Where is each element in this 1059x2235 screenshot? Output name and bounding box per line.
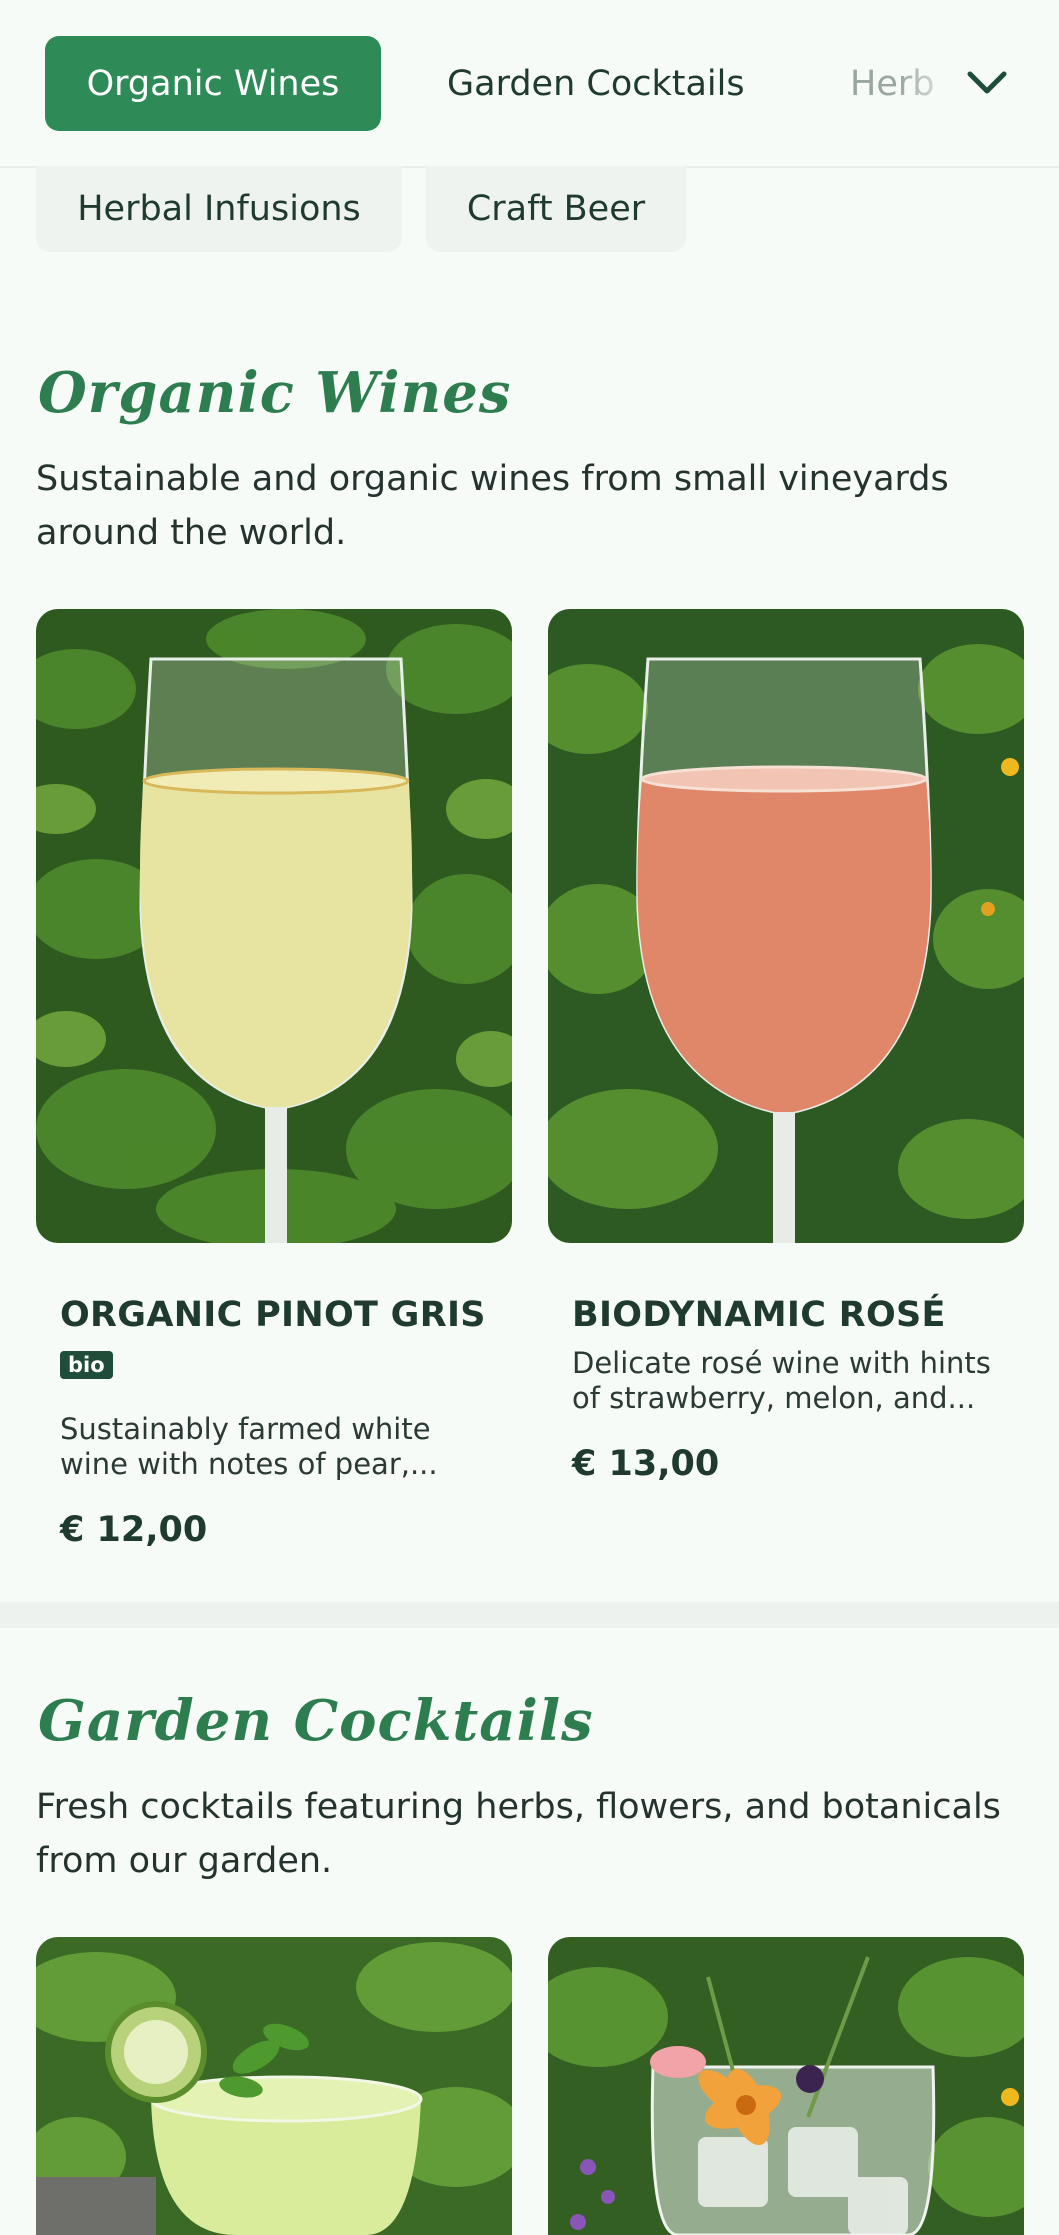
tab-fade-overlay xyxy=(900,40,960,128)
pill-herbal-infusions[interactable]: Herbal Infusions xyxy=(36,166,402,252)
tab-organic-wines[interactable]: Organic Wines xyxy=(45,36,381,131)
product-description: Sustainably farmed white wine with notes… xyxy=(60,1412,438,1481)
product-image-pinot-gris[interactable] xyxy=(36,609,512,1243)
section-title: Organic Wines xyxy=(38,360,512,426)
section-description: Sustainable and organic wines from small… xyxy=(36,459,949,553)
section-title: Garden Cocktails xyxy=(38,1688,594,1754)
section-divider xyxy=(0,1602,1059,1628)
category-tab-bar: Organic Wines Garden Cocktails Herb xyxy=(0,0,1059,168)
tab-garden-cocktails[interactable]: Garden Cocktails xyxy=(447,36,745,131)
bio-badge: bio xyxy=(60,1351,113,1379)
product-image-flower-cocktail[interactable] xyxy=(548,1937,1024,2235)
section-description: Fresh cocktails featuring herbs, flowers… xyxy=(36,1787,1001,1881)
pill-craft-beer[interactable]: Craft Beer xyxy=(426,166,686,252)
product-price: € 13,00 xyxy=(572,1444,720,1484)
product-name[interactable]: BIODYNAMIC ROSÉ xyxy=(572,1295,946,1335)
product-name[interactable]: ORGANIC PINOT GRIS xyxy=(60,1295,486,1335)
chevron-down-icon[interactable] xyxy=(962,58,1012,108)
product-image-cucumber-cocktail[interactable] xyxy=(36,1937,512,2235)
product-price: € 12,00 xyxy=(60,1510,208,1550)
product-image-biodynamic-rose[interactable] xyxy=(548,609,1024,1243)
product-description: Delicate rosé wine with hints of strawbe… xyxy=(572,1346,991,1415)
